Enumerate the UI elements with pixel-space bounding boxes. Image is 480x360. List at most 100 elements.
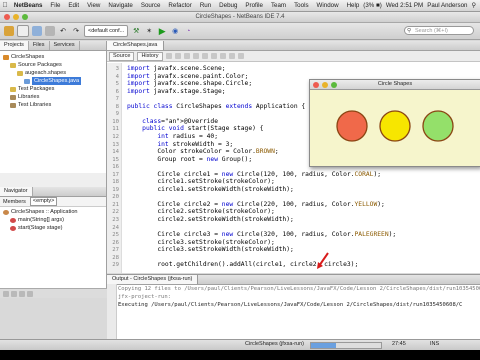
output-tabs: Output - CircleShapes (jfxsa-run): [107, 275, 480, 285]
save-all-icon[interactable]: [45, 26, 55, 36]
tab-navigator[interactable]: Navigator: [0, 187, 33, 196]
back-icon[interactable]: [165, 53, 172, 59]
project-tree-label: Test Packages: [18, 86, 55, 92]
main-toolbar: ↶ ↷ <default conf... ⚒ ✶ ▶ ◉ ◔ ⚲ Search …: [0, 23, 480, 40]
filter-static-icon[interactable]: [11, 290, 17, 297]
circle-shapes-window[interactable]: Circle Shapes: [309, 79, 480, 167]
navigator-item[interactable]: main(String[] args): [0, 216, 106, 224]
project-tree-item[interactable]: Test Libraries: [0, 101, 106, 109]
code-line[interactable]: 29 root.getChildren().addAll(circle1, ci…: [107, 261, 480, 269]
clock[interactable]: Wed 2:51 PM: [386, 2, 423, 9]
minimize-window-icon[interactable]: [13, 14, 19, 20]
yellow-circle: [379, 110, 411, 142]
project-tree-item[interactable]: Libraries: [0, 93, 106, 101]
configuration-select[interactable]: <default conf...: [84, 25, 129, 37]
filter-fields-icon[interactable]: [3, 290, 9, 297]
menu-app[interactable]: NetBeans: [10, 2, 47, 9]
redo-icon[interactable]: ↷: [71, 26, 81, 36]
comment-icon[interactable]: [228, 53, 235, 59]
menu-team[interactable]: Team: [267, 2, 290, 9]
projects-panel: Projects Files Services CircleShapes Sour…: [0, 41, 109, 298]
forward-icon[interactable]: [174, 53, 181, 59]
project-tree-item[interactable]: CircleShapes.java: [0, 77, 106, 85]
shift-left-icon[interactable]: [201, 53, 208, 59]
menu-tools[interactable]: Tools: [290, 2, 312, 9]
navigator-members-bar: Members <empty>: [0, 197, 106, 207]
menu-edit[interactable]: Edit: [64, 2, 83, 9]
stage-close-icon[interactable]: [313, 81, 319, 88]
members-label: Members: [3, 198, 26, 205]
editor-tab-circleshapes[interactable]: CircleShapes.java: [107, 41, 165, 50]
menu-file[interactable]: File: [46, 2, 64, 9]
close-window-icon[interactable]: [4, 14, 10, 20]
spotlight-icon[interactable]: ⚲: [471, 2, 476, 9]
navigator-item[interactable]: CircleShapes :: Application: [0, 208, 106, 216]
navigator-tree: CircleShapes :: Application main(String[]…: [0, 207, 106, 288]
shift-right-icon[interactable]: [210, 53, 217, 59]
run-icon[interactable]: ▶: [157, 26, 167, 36]
history-view-button[interactable]: History: [137, 51, 163, 61]
menu-navigate[interactable]: Navigate: [104, 2, 136, 9]
search-input[interactable]: ⚲ Search (⌘+I): [404, 26, 474, 35]
members-filter-select[interactable]: <empty>: [29, 197, 58, 206]
progress-fill: [311, 343, 336, 348]
build-icon[interactable]: ⚒: [131, 26, 141, 36]
menu-run[interactable]: Run: [196, 2, 215, 9]
running-process[interactable]: CircleShapes (jfxsa-run): [245, 341, 304, 347]
output-text[interactable]: Copying 12 files to /Users/paul/Clients/…: [118, 285, 480, 309]
project-tree-item[interactable]: Test Packages: [0, 85, 106, 93]
navigator-panel: Navigator Members <empty> CircleShapes :…: [0, 187, 106, 288]
profile-icon[interactable]: ◔: [183, 26, 193, 36]
menu-debug[interactable]: Debug: [215, 2, 241, 9]
zoom-window-icon[interactable]: [22, 14, 28, 20]
coral-circle: [336, 110, 368, 142]
new-project-icon[interactable]: [4, 26, 14, 36]
navigator-item[interactable]: start(Stage stage): [0, 224, 106, 232]
project-tree-item[interactable]: CircleShapes: [0, 53, 106, 61]
user-name[interactable]: Paul Anderson: [427, 2, 467, 9]
output-line: Copying 12 files to /Users/paul/Clients/…: [118, 286, 480, 292]
package-icon: [17, 70, 23, 76]
output-tab[interactable]: Output - CircleShapes (jfxsa-run): [107, 275, 199, 284]
editor-toolbar: Source History: [107, 51, 480, 62]
start-macro-icon[interactable]: [219, 53, 226, 59]
debug-icon[interactable]: ◉: [170, 26, 180, 36]
output-side-toolbar[interactable]: [107, 284, 117, 339]
uncomment-icon[interactable]: [237, 53, 244, 59]
menu-source[interactable]: Source: [137, 2, 165, 9]
tab-projects[interactable]: Projects: [0, 41, 29, 50]
palegreen-circle: [422, 110, 454, 142]
tab-services[interactable]: Services: [50, 41, 80, 50]
new-file-icon[interactable]: [17, 25, 29, 37]
stage-minimize-icon[interactable]: [322, 81, 328, 88]
filter-nonpublic-icon[interactable]: [19, 290, 25, 297]
window-titlebar: CircleShapes - NetBeans IDE 7.4: [0, 12, 480, 23]
navigator-item-label: CircleShapes :: Application: [11, 209, 78, 215]
menu-refactor[interactable]: Refactor: [164, 2, 195, 9]
search-icon: ⚲: [407, 28, 412, 34]
navigator-item-label: start(Stage stage): [18, 225, 63, 231]
project-tree-item[interactable]: Source Packages: [0, 61, 106, 69]
search-placeholder: Search (⌘+I): [415, 28, 448, 34]
progress-bar[interactable]: [310, 342, 382, 349]
tab-files[interactable]: Files: [29, 41, 50, 50]
undo-icon[interactable]: ↶: [58, 26, 68, 36]
stage-zoom-icon[interactable]: [331, 81, 337, 88]
battery-status[interactable]: (3% ■): [363, 2, 382, 9]
project-tree-item[interactable]: augeach.shapes: [0, 69, 106, 77]
find-icon[interactable]: [183, 53, 190, 59]
open-project-icon[interactable]: [32, 26, 42, 36]
source-view-button[interactable]: Source: [109, 51, 135, 61]
filter-inherited-icon[interactable]: [27, 290, 33, 297]
menu-profile[interactable]: Profile: [241, 2, 267, 9]
method-icon: [10, 217, 16, 223]
menu-window[interactable]: Window: [313, 2, 343, 9]
apple-icon[interactable]: : [0, 2, 10, 9]
netbeans-window:  NetBeans File Edit View Navigate Sourc…: [0, 0, 480, 360]
menu-view[interactable]: View: [83, 2, 104, 9]
stage-canvas: [336, 110, 454, 142]
toggle-bookmark-icon[interactable]: [192, 53, 199, 59]
clean-build-icon[interactable]: ✶: [144, 26, 154, 36]
menu-help[interactable]: Help: [343, 2, 364, 9]
output-panel: Output - CircleShapes (jfxsa-run) Copyin…: [107, 274, 480, 339]
